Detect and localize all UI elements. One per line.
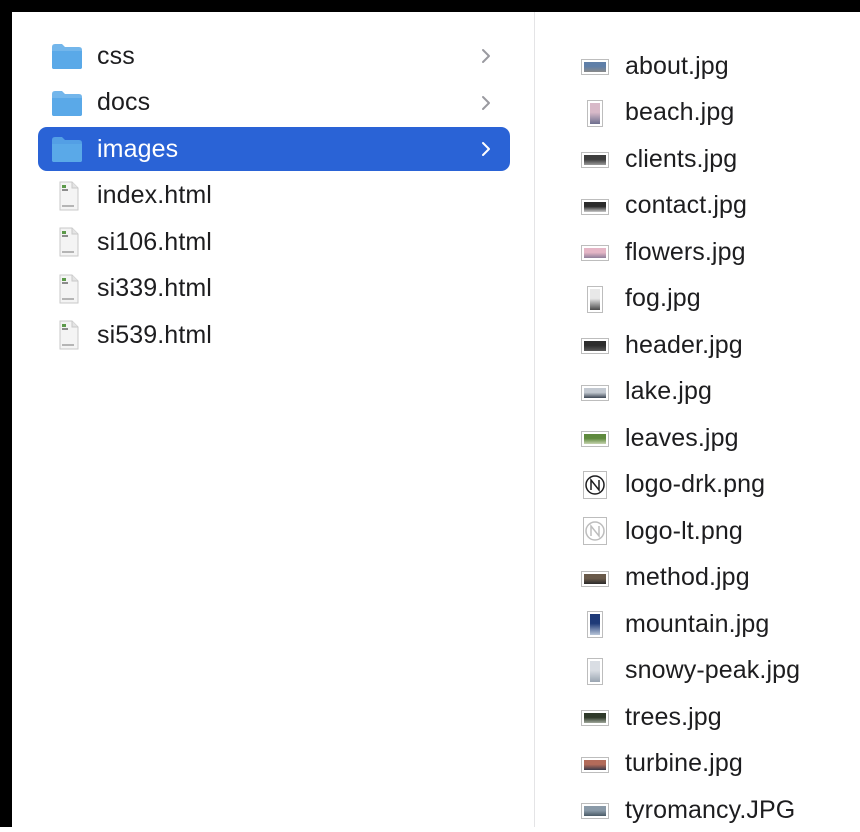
logo-dark-icon (579, 470, 611, 499)
image-thumbnail-icon (579, 145, 611, 173)
row-lake-jpg[interactable]: lake.jpg (567, 370, 860, 414)
image-thumbnail-icon (579, 703, 611, 731)
row-label: beach.jpg (625, 98, 735, 126)
row-si106-html[interactable]: si106.html (38, 220, 510, 264)
row-docs[interactable]: docs (38, 81, 510, 125)
row-tyromancy-jpg[interactable]: tyromancy.JPG (567, 788, 860, 832)
chevron-right-icon (476, 92, 496, 114)
row-method-jpg[interactable]: method.jpg (567, 556, 860, 600)
row-label: snowy-peak.jpg (625, 656, 801, 684)
row-label: si539.html (97, 320, 212, 349)
window-border-left (0, 0, 12, 827)
row-label: clients.jpg (625, 144, 738, 173)
window-border-top (0, 0, 860, 12)
row-label: css (97, 41, 135, 70)
image-thumbnail-icon (579, 796, 611, 824)
row-label: si339.html (97, 274, 212, 302)
image-thumbnail-icon (579, 657, 611, 685)
row-label: si106.html (97, 227, 212, 256)
row-label: leaves.jpg (625, 423, 739, 452)
row-si539-html[interactable]: si539.html (38, 313, 510, 357)
row-mountain-jpg[interactable]: mountain.jpg (567, 602, 860, 646)
row-trees-jpg[interactable]: trees.jpg (567, 695, 860, 739)
row-label: fog.jpg (625, 284, 701, 312)
row-about-jpg[interactable]: about.jpg (567, 44, 860, 88)
row-label: images (97, 134, 179, 163)
image-thumbnail-icon (579, 238, 611, 266)
row-snowy-peak-jpg[interactable]: snowy-peak.jpg (567, 649, 860, 693)
html-file-icon (50, 227, 84, 257)
row-logo-drk-png[interactable]: logo-drk.png (567, 463, 860, 507)
row-label: header.jpg (625, 330, 743, 359)
row-label: logo-drk.png (625, 470, 766, 498)
image-thumbnail-icon (579, 610, 611, 638)
folder-icon (50, 88, 84, 118)
row-label: flowers.jpg (625, 237, 746, 266)
image-thumbnail-icon (579, 192, 611, 220)
row-flowers-jpg[interactable]: flowers.jpg (567, 230, 860, 274)
row-clients-jpg[interactable]: clients.jpg (567, 137, 860, 181)
row-label: method.jpg (625, 563, 750, 591)
image-thumbnail-icon (579, 378, 611, 406)
row-label: contact.jpg (625, 191, 748, 219)
row-label: index.html (97, 181, 212, 209)
chevron-right-icon (476, 138, 496, 160)
row-leaves-jpg[interactable]: leaves.jpg (567, 416, 860, 460)
image-thumbnail-icon (579, 52, 611, 80)
row-index-html[interactable]: index.html (38, 174, 510, 218)
row-beach-jpg[interactable]: beach.jpg (567, 91, 860, 135)
row-label: tyromancy.JPG (625, 795, 796, 824)
row-images[interactable]: images (38, 127, 510, 171)
row-turbine-jpg[interactable]: turbine.jpg (567, 742, 860, 786)
row-label: trees.jpg (625, 702, 722, 731)
row-label: docs (97, 88, 151, 116)
column-images-contents[interactable]: about.jpg beach.jpg clients.jpg contact.jpg… (535, 12, 860, 827)
logo-light-icon (579, 517, 611, 545)
row-label: logo-lt.png (625, 516, 743, 545)
image-thumbnail-icon (579, 564, 611, 592)
image-thumbnail-icon (579, 99, 611, 127)
image-thumbnail-icon (579, 424, 611, 452)
row-css[interactable]: css (38, 34, 510, 78)
html-file-icon (50, 320, 84, 350)
image-thumbnail-icon (579, 331, 611, 359)
column-parent[interactable]: css docs images index.html si106.html si339.h… (12, 12, 535, 827)
row-si339-html[interactable]: si339.html (38, 267, 510, 311)
folder-icon (50, 41, 84, 71)
row-fog-jpg[interactable]: fog.jpg (567, 277, 860, 321)
finder-column-view: css docs images index.html si106.html si339.h… (12, 12, 860, 827)
row-label: mountain.jpg (625, 609, 770, 638)
row-logo-lt-png[interactable]: logo-lt.png (567, 509, 860, 553)
row-label: turbine.jpg (625, 749, 743, 777)
image-thumbnail-icon (579, 285, 611, 313)
folder-icon (50, 134, 84, 164)
row-header-jpg[interactable]: header.jpg (567, 323, 860, 367)
html-file-icon (50, 181, 84, 211)
row-contact-jpg[interactable]: contact.jpg (567, 184, 860, 228)
html-file-icon (50, 274, 84, 304)
chevron-right-icon (476, 45, 496, 67)
row-label: about.jpg (625, 51, 729, 80)
image-thumbnail-icon (579, 750, 611, 778)
row-label: lake.jpg (625, 377, 712, 405)
